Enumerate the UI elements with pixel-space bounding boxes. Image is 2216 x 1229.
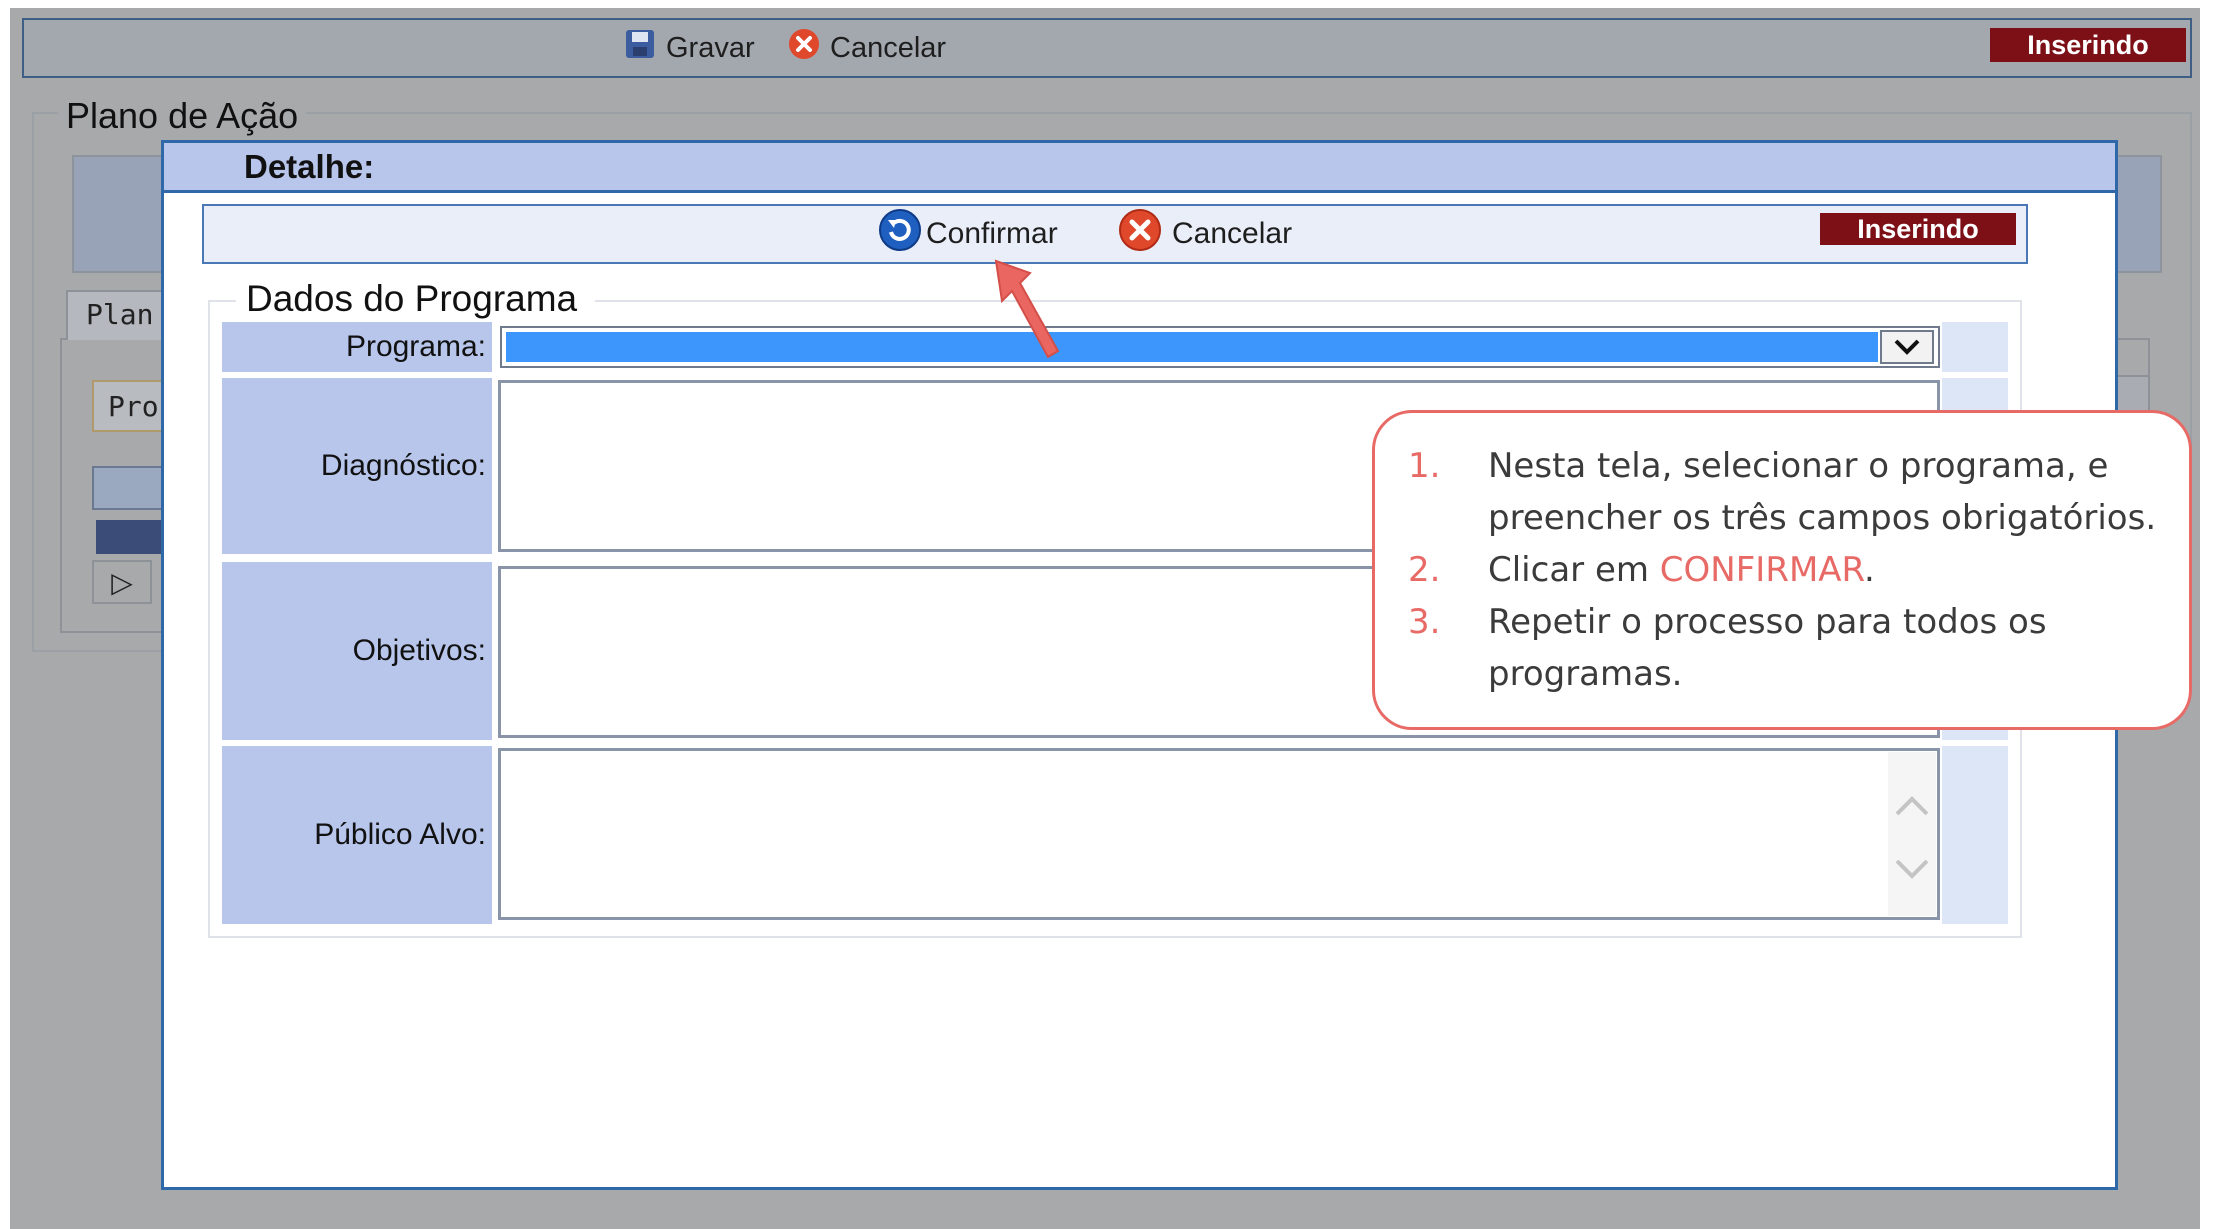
background-save-button[interactable]: Gravar xyxy=(624,18,755,78)
instruction-highlight: CONFIRMAR xyxy=(1659,550,1864,590)
cancel-icon xyxy=(1118,208,1162,260)
instruction-item: 2. Clicar em CONFIRMAR. xyxy=(1400,544,2180,596)
instruction-number: 1. xyxy=(1408,446,1441,486)
publico-alvo-label-text: Público Alvo: xyxy=(314,818,486,851)
instruction-list: 1. Nesta tela, selecionar o programa, e … xyxy=(1400,440,2180,700)
diagnostico-label: Diagnóstico: xyxy=(222,378,492,554)
modal-title: Detalhe: xyxy=(244,148,375,185)
instruction-item: 1. Nesta tela, selecionar o programa, e … xyxy=(1400,440,2180,544)
instruction-text: Nesta tela, selecionar o programa, e pre… xyxy=(1488,446,2157,538)
background-tab-plan[interactable]: Plan xyxy=(66,290,176,340)
publico-alvo-textarea[interactable] xyxy=(498,748,1940,920)
background-cancel-button[interactable]: Cancelar xyxy=(788,18,946,78)
background-header-bar xyxy=(96,520,166,554)
modal-cancel-button[interactable]: Cancelar xyxy=(1118,206,1292,262)
programa-selected-value xyxy=(506,332,1878,362)
modal-toolbar xyxy=(202,204,2028,264)
background-toolbar xyxy=(22,18,2192,78)
instruction-number: 2. xyxy=(1408,550,1441,590)
instruction-text-before: Clicar em xyxy=(1488,550,1660,590)
modal-cancel-label: Cancelar xyxy=(1172,217,1293,250)
modal-status-badge: Inserindo xyxy=(1820,213,2016,245)
publico-alvo-label: Público Alvo: xyxy=(222,746,492,924)
background-section-title: Plano de Ação xyxy=(58,95,307,137)
modal-header xyxy=(164,143,2115,193)
row-end-cell xyxy=(1942,322,2008,372)
instruction-item: 3. Repetir o processo para todos os prog… xyxy=(1400,596,2180,700)
publico-alvo-scrollbar[interactable] xyxy=(1888,752,1936,916)
confirm-label: Confirmar xyxy=(926,217,1058,250)
arrow-pointer-icon xyxy=(990,255,1070,370)
fieldset-legend: Dados do Programa xyxy=(236,278,596,320)
save-icon xyxy=(624,28,656,68)
confirm-icon xyxy=(878,208,922,260)
background-cancel-label: Cancelar xyxy=(830,31,947,64)
instruction-text-after: . xyxy=(1863,550,1875,590)
programa-label-text: Programa: xyxy=(345,330,486,363)
background-status-badge: Inserindo xyxy=(1990,28,2186,62)
cancel-icon xyxy=(788,28,820,68)
play-icon[interactable]: ▷ xyxy=(92,560,152,604)
diagnostico-label-text: Diagnóstico: xyxy=(320,449,486,482)
scroll-up-icon[interactable] xyxy=(1893,785,1931,825)
objetivos-label-text: Objetivos: xyxy=(352,634,486,667)
objetivos-label: Objetivos: xyxy=(222,562,492,740)
row-end-cell xyxy=(1942,746,2008,924)
programa-label: Programa: xyxy=(222,322,492,372)
instruction-text: Clicar em CONFIRMAR. xyxy=(1488,544,1875,596)
instruction-text: Repetir o processo para todos os program… xyxy=(1488,602,2047,694)
scroll-down-icon[interactable] xyxy=(1893,848,1931,888)
background-input xyxy=(92,466,172,510)
confirm-button[interactable]: Confirmar xyxy=(878,206,1058,262)
background-save-label: Gravar xyxy=(666,31,755,64)
chevron-down-icon[interactable] xyxy=(1880,330,1934,364)
instruction-number: 3. xyxy=(1408,602,1441,642)
